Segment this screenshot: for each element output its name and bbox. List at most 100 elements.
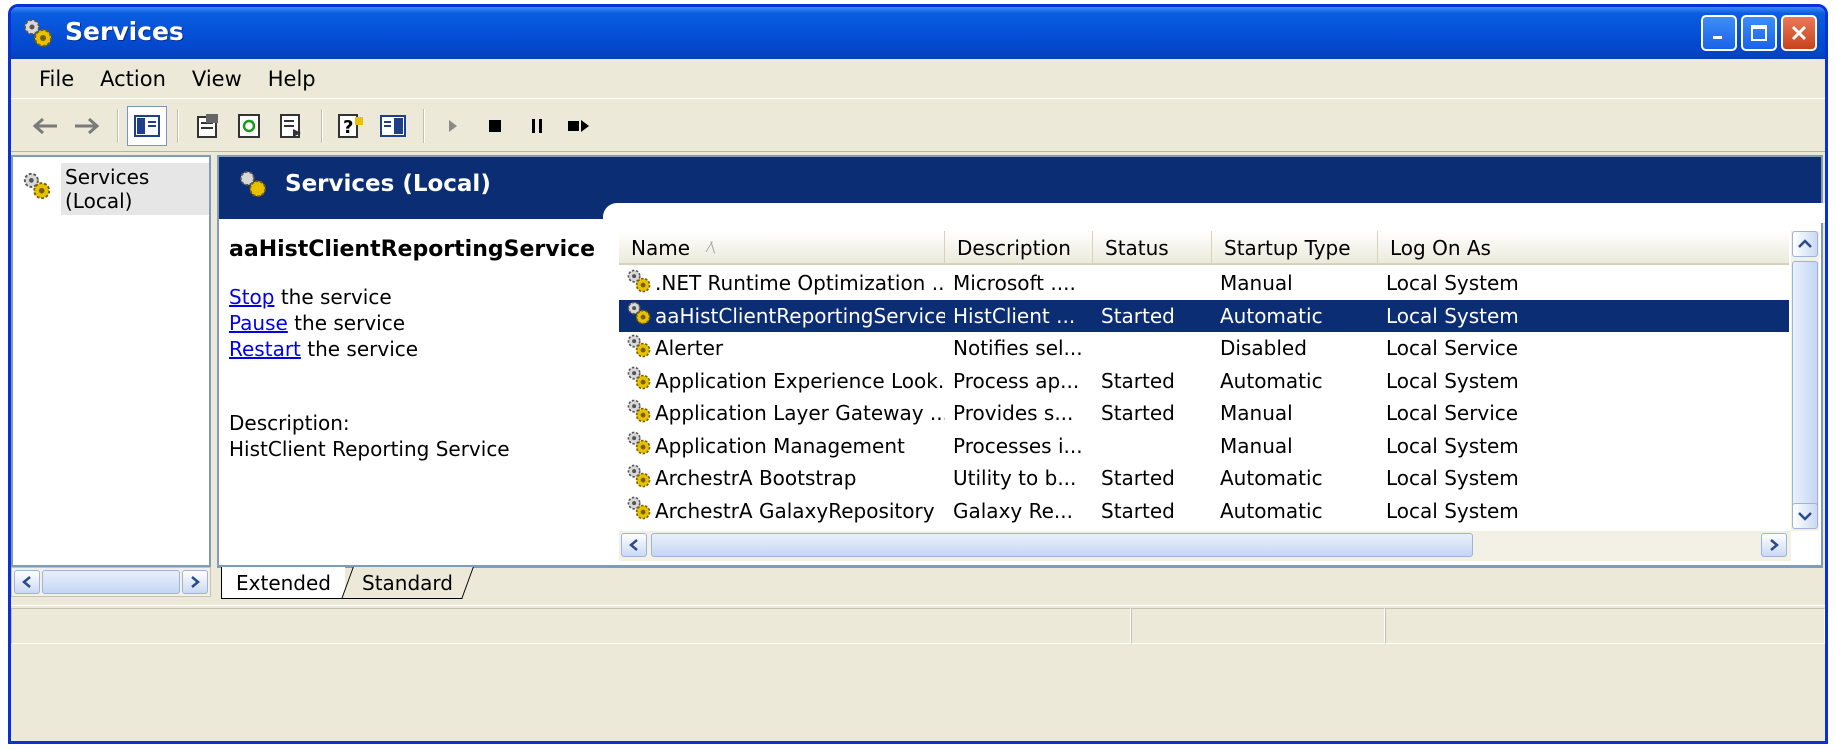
scroll-up-button[interactable]	[1792, 231, 1818, 257]
stop-link[interactable]: Stop	[229, 285, 274, 309]
show-hide-tree-icon	[134, 114, 160, 137]
description-text: HistClient Reporting Service	[229, 437, 510, 461]
show-action-pane-button[interactable]	[373, 106, 413, 146]
service-log-on-as: Local System	[1386, 303, 1519, 328]
refresh-icon	[238, 113, 260, 138]
service-status: Started	[1101, 498, 1175, 523]
service-gear-icon	[625, 365, 653, 396]
pause-link[interactable]: Pause	[229, 311, 288, 335]
action-restart: Restart the service	[229, 337, 419, 361]
list-vertical-scrollbar[interactable]	[1791, 231, 1819, 531]
menu-action[interactable]: Action	[88, 67, 180, 91]
service-row[interactable]: Alerter Notifies sel... Disabled Local Serv…	[619, 332, 1789, 365]
service-name: Application Management	[655, 433, 905, 458]
service-log-on-as: Local System	[1386, 433, 1519, 458]
service-status: Started	[1101, 303, 1175, 328]
properties-icon	[197, 113, 218, 138]
column-header-startup-type[interactable]: Startup Type	[1212, 231, 1378, 265]
services-gears-icon	[237, 169, 269, 205]
service-row[interactable]: Application Experience Look... Process ap…	[619, 365, 1789, 398]
chevron-up-icon	[1798, 239, 1812, 248]
service-description: Utility to b...	[953, 466, 1077, 491]
service-row[interactable]: ArchestrA Bootstrap Utility to b... Starte…	[619, 462, 1789, 495]
status-pane-tertiary	[1385, 608, 1825, 644]
menu-file[interactable]: File	[27, 67, 88, 91]
services-gears-icon	[21, 171, 53, 207]
service-startup-type: Manual	[1220, 433, 1293, 458]
service-row[interactable]: Application Layer Gateway ... Provides s.…	[619, 397, 1789, 430]
menu-help[interactable]: Help	[256, 67, 330, 91]
maximize-button[interactable]	[1741, 15, 1777, 51]
service-log-on-as: Local System	[1386, 271, 1519, 296]
refresh-button[interactable]	[229, 106, 269, 146]
properties-button[interactable]	[187, 106, 227, 146]
help-button[interactable]: ?	[331, 106, 371, 146]
tab-extended[interactable]: Extended	[221, 567, 345, 599]
forward-button[interactable]	[67, 106, 107, 146]
pause-service-icon	[532, 118, 542, 133]
service-description: Provides s...	[953, 401, 1074, 426]
service-row[interactable]: Application Management Processes i... Manu…	[619, 430, 1789, 463]
list-horizontal-scrollbar[interactable]	[619, 531, 1791, 561]
service-gear-icon	[625, 398, 653, 429]
service-row[interactable]: aaHistClientReportingService HistClient .…	[619, 299, 1789, 332]
back-button[interactable]	[25, 106, 65, 146]
description-label: Description:	[229, 411, 350, 435]
service-log-on-as: Local Service	[1386, 401, 1519, 426]
scroll-left-button[interactable]	[621, 533, 647, 557]
column-header-log-on-as[interactable]: Log On As	[1378, 231, 1528, 265]
chevron-left-icon	[629, 539, 638, 551]
status-pane-main	[11, 608, 1131, 644]
service-startup-type: Automatic	[1220, 368, 1323, 393]
tree-item-services-local[interactable]: Services (Local)	[21, 163, 209, 215]
service-startup-type: Manual	[1220, 271, 1293, 296]
service-row[interactable]: .NET Runtime Optimization ... Microsoft .…	[619, 267, 1789, 300]
toolbar-separator	[321, 108, 323, 143]
back-arrow-icon	[32, 117, 57, 134]
tree-horizontal-scrollbar[interactable]	[11, 567, 211, 597]
start-service-button[interactable]	[433, 106, 473, 146]
service-description: Processes i...	[953, 433, 1083, 458]
scroll-left-button[interactable]	[14, 570, 40, 594]
scroll-thumb[interactable]	[651, 533, 1473, 557]
service-name: ArchestrA Bootstrap	[655, 466, 857, 491]
export-list-button[interactable]	[271, 106, 311, 146]
service-gear-icon	[625, 300, 653, 331]
title-bar[interactable]: Services	[11, 7, 1825, 59]
stop-service-icon	[489, 119, 501, 132]
service-name-cell: Application Experience Look...	[619, 365, 945, 396]
tree-item-label: Services (Local)	[61, 163, 209, 215]
scroll-right-button[interactable]	[1761, 533, 1787, 557]
sort-ascending-icon: ⁄\	[708, 240, 716, 256]
scroll-down-button[interactable]	[1792, 503, 1818, 529]
details-pane: Services (Local) aaHistClientReportingSe…	[217, 155, 1825, 567]
column-header-name[interactable]: Name ⁄\	[619, 231, 945, 265]
forward-arrow-icon	[75, 117, 100, 134]
toolbar-separator	[177, 108, 179, 143]
selected-service-name: aaHistClientReportingService	[229, 237, 596, 262]
scroll-thumb[interactable]	[42, 570, 180, 594]
close-button[interactable]	[1781, 15, 1817, 51]
scroll-thumb[interactable]	[1792, 261, 1818, 511]
tab-standard[interactable]: Standard	[341, 567, 474, 599]
action-pause: Pause the service	[229, 311, 406, 335]
service-name-cell: Application Layer Gateway ...	[619, 398, 945, 429]
minimize-button[interactable]	[1701, 15, 1737, 51]
scroll-right-button[interactable]	[182, 570, 208, 594]
column-header-description[interactable]: Description	[945, 231, 1093, 265]
column-headers: Name ⁄\ Description Status Startup Type …	[619, 231, 1789, 265]
header-divider	[603, 203, 1825, 223]
show-hide-tree-button[interactable]	[127, 105, 167, 146]
column-header-status[interactable]: Status	[1093, 231, 1212, 265]
pause-service-button[interactable]	[517, 106, 557, 146]
menu-view[interactable]: View	[180, 67, 256, 91]
service-name-cell: aaHistClientReportingService	[619, 300, 945, 331]
action-stop: Stop the service	[229, 285, 392, 309]
view-tabs: Extended Standard	[217, 567, 1823, 601]
chevron-down-icon	[1798, 512, 1812, 521]
service-description: HistClient ...	[953, 303, 1076, 328]
service-row[interactable]: ArchestrA GalaxyRepository Galaxy Re... St…	[619, 495, 1789, 528]
restart-link[interactable]: Restart	[229, 337, 301, 361]
stop-service-button[interactable]	[475, 106, 515, 146]
restart-service-button[interactable]	[559, 106, 599, 146]
